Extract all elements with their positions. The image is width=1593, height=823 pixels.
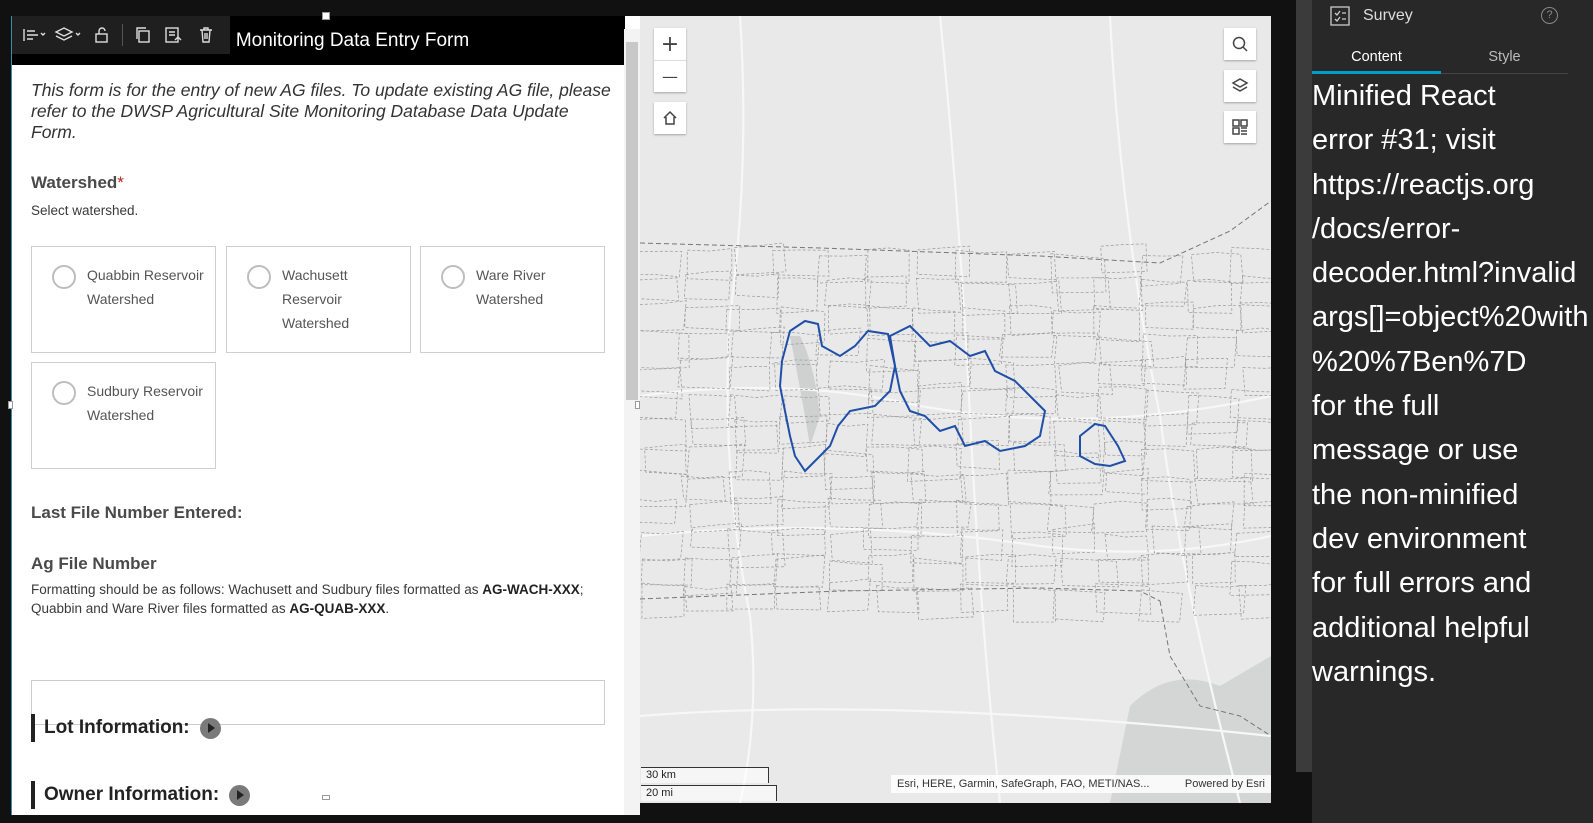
section-title: Lot Information: — [44, 717, 190, 738]
error-line: error #31; visit — [1312, 124, 1496, 157]
tab-style[interactable]: Style — [1441, 40, 1568, 74]
watershed-option-ware-river[interactable]: Ware River Watershed — [420, 246, 605, 353]
help-icon[interactable]: ? — [1541, 7, 1558, 24]
error-message: Minified React error #31; visit https://re… — [1312, 74, 1593, 694]
scalebar-mi: 20 mi — [641, 785, 777, 801]
resize-handle[interactable] — [322, 795, 330, 800]
watershed-label: Watershed* — [31, 173, 124, 193]
error-line: dev environment — [1312, 522, 1527, 555]
ag-file-number-hint: Formatting should be as follows: Wachuse… — [31, 580, 591, 618]
error-line: %20%7Ben%7D — [1312, 345, 1527, 378]
save-template-icon[interactable] — [159, 21, 189, 49]
hint-text: . — [385, 601, 390, 616]
home-button[interactable] — [654, 102, 686, 134]
watershed-option-sudbury[interactable]: Sudbury Reservoir Watershed — [31, 362, 216, 469]
search-icon — [1232, 36, 1248, 52]
error-line: args[]=object%20with — [1312, 301, 1589, 334]
scalebar-km: 30 km — [641, 767, 769, 783]
error-line: for the full — [1312, 390, 1440, 423]
error-line: message or use — [1312, 434, 1519, 467]
resize-handle[interactable] — [322, 12, 330, 20]
expand-icon[interactable] — [199, 717, 221, 739]
resize-handle[interactable] — [635, 401, 640, 409]
search-button[interactable] — [1224, 28, 1256, 60]
basemap — [640, 16, 1271, 803]
radio-button[interactable] — [52, 265, 76, 289]
attribution-text: Esri, HERE, Garmin, SafeGraph, FAO, METI… — [897, 778, 1150, 790]
hint-text: Formatting should be as follows: Wachuse… — [31, 582, 483, 597]
error-line: Minified React — [1312, 80, 1496, 112]
error-line: for full errors and — [1312, 567, 1532, 600]
error-line: /docs/error- — [1312, 212, 1461, 245]
duplicate-icon[interactable] — [129, 21, 157, 49]
option-label: Wachusett Reservoir Watershed — [282, 267, 350, 331]
lot-information-section[interactable]: Lot Information: — [31, 714, 221, 742]
map-attribution: Esri, HERE, Garmin, SafeGraph, FAO, METI… — [891, 775, 1271, 793]
scrollbar-thumb[interactable] — [626, 42, 638, 400]
radio-button[interactable] — [247, 265, 271, 289]
error-line: additional helpful — [1312, 611, 1530, 644]
layers-button[interactable] — [1224, 70, 1256, 102]
unlock-icon[interactable] — [88, 21, 116, 49]
radio-button[interactable] — [441, 265, 465, 289]
toolbar-divider — [122, 24, 123, 46]
resize-handle[interactable] — [8, 401, 13, 409]
hint-code: AG-QUAB-XXX — [289, 601, 386, 616]
widget-toolbar — [12, 16, 230, 54]
error-line: the non-minified — [1312, 478, 1519, 511]
watershed-hint: Select watershed. — [31, 203, 139, 218]
owner-information-section[interactable]: Owner Information: — [31, 781, 251, 809]
form-scrollbar[interactable] — [624, 29, 640, 815]
zoom-in-button[interactable]: + — [654, 28, 686, 60]
basemap-gallery-button[interactable] — [1224, 111, 1256, 143]
form-body: This form is for the entry of new AG fil… — [12, 65, 625, 815]
error-line: https://reactjs.org — [1312, 168, 1535, 201]
zoom-out-button[interactable]: — — [654, 60, 686, 92]
zoom-controls: + — — [654, 28, 686, 92]
last-file-number-label: Last File Number Entered: — [31, 503, 243, 522]
expand-icon[interactable] — [229, 784, 251, 806]
home-icon — [663, 110, 677, 125]
panel-header: Survey ? — [1312, 0, 1593, 32]
radio-button[interactable] — [52, 381, 76, 405]
hint-code: AG-WACH-XXX — [482, 582, 580, 597]
delete-icon[interactable] — [191, 21, 221, 49]
panel-tabs: Content Style — [1312, 40, 1593, 74]
tab-content[interactable]: Content — [1312, 40, 1441, 74]
section-title: Owner Information: — [44, 784, 220, 805]
option-label: Quabbin Reservoir Watershed — [87, 267, 204, 307]
layers-arrange-icon[interactable] — [52, 21, 86, 49]
panel-divider[interactable] — [1296, 0, 1312, 772]
watershed-option-wachusett[interactable]: Wachusett Reservoir Watershed — [226, 246, 411, 353]
survey-icon — [1330, 6, 1350, 26]
watershed-option-quabbin[interactable]: Quabbin Reservoir Watershed — [31, 246, 216, 353]
watershed-label-text: Watershed — [31, 173, 118, 192]
error-line: decoder.html?invalid — [1312, 257, 1577, 290]
align-icon[interactable] — [20, 21, 50, 49]
error-line: warnings. — [1312, 655, 1437, 688]
layers-icon — [1231, 78, 1249, 92]
form-intro-text: This form is for the entry of new AG fil… — [31, 80, 611, 142]
map-widget[interactable]: Esri, HERE, Garmin, SafeGraph, FAO, METI… — [640, 16, 1271, 803]
powered-by-text[interactable]: Powered by Esri — [1185, 775, 1265, 793]
required-mark: * — [117, 173, 124, 192]
ag-file-number-label: Ag File Number — [31, 554, 157, 573]
option-label: Sudbury Reservoir Watershed — [87, 383, 203, 423]
settings-panel: Survey ? Content Style Minified React err… — [1312, 0, 1593, 823]
option-label: Ware River Watershed — [476, 267, 546, 307]
basemap-gallery-icon — [1232, 119, 1248, 135]
survey-form-widget[interactable]: e Monitoring Data Entry Form This form i… — [11, 16, 640, 815]
panel-title: Survey — [1363, 7, 1413, 24]
